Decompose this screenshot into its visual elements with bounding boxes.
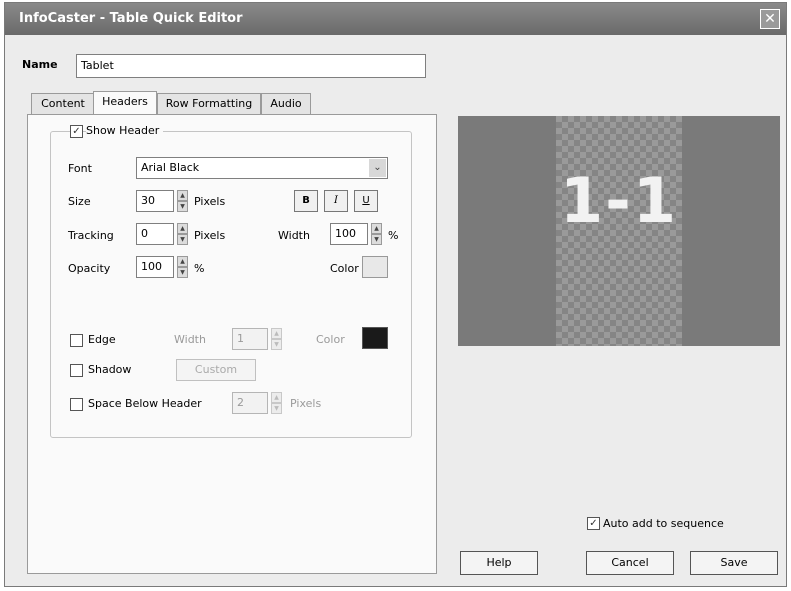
chevron-down-icon[interactable]: ⌄ bbox=[369, 159, 386, 177]
size-input[interactable]: 30 bbox=[136, 190, 174, 212]
opacity-spin-down[interactable]: ▼ bbox=[177, 267, 188, 278]
auto-add-label: Auto add to sequence bbox=[603, 517, 724, 530]
width-spin-down[interactable]: ▼ bbox=[371, 234, 382, 245]
tab-content[interactable]: Content bbox=[31, 93, 95, 115]
opacity-unit: % bbox=[194, 262, 205, 275]
tracking-spin-up[interactable]: ▲ bbox=[177, 223, 188, 234]
space-below-unit: Pixels bbox=[290, 397, 322, 410]
width-spin-up[interactable]: ▲ bbox=[371, 223, 382, 234]
tracking-spin-down[interactable]: ▼ bbox=[177, 234, 188, 245]
edge-color-label: Color bbox=[316, 333, 345, 346]
width-label: Width bbox=[278, 229, 310, 242]
check-icon: ✓ bbox=[72, 126, 81, 137]
edge-width-spin-down[interactable]: ▼ bbox=[271, 339, 282, 350]
opacity-input[interactable]: 100 bbox=[136, 256, 174, 278]
space-below-spin-up[interactable]: ▲ bbox=[271, 392, 282, 403]
size-label: Size bbox=[68, 195, 91, 208]
shadow-custom-button[interactable]: Custom bbox=[176, 359, 256, 381]
show-header-label: Show Header bbox=[86, 124, 164, 137]
help-button[interactable]: Help bbox=[460, 551, 538, 575]
headers-tab-panel: ✓ Show Header Font Arial Black ⌄ Size 30… bbox=[27, 114, 437, 574]
font-select[interactable]: Arial Black ⌄ bbox=[136, 157, 388, 179]
underline-button[interactable]: U bbox=[354, 190, 378, 212]
tracking-unit: Pixels bbox=[194, 229, 226, 242]
size-unit: Pixels bbox=[194, 195, 226, 208]
name-label: Name bbox=[22, 58, 58, 71]
tracking-label: Tracking bbox=[68, 229, 114, 242]
edge-color-swatch[interactable] bbox=[362, 327, 388, 349]
opacity-spin-up[interactable]: ▲ bbox=[177, 256, 188, 267]
close-icon: ✕ bbox=[764, 11, 776, 27]
name-input[interactable]: Tablet bbox=[76, 54, 426, 78]
save-button[interactable]: Save bbox=[690, 551, 778, 575]
edge-width-spin-up[interactable]: ▲ bbox=[271, 328, 282, 339]
shadow-checkbox[interactable] bbox=[70, 364, 83, 377]
title-bar[interactable]: InfoCaster - Table Quick Editor ✕ bbox=[5, 3, 786, 35]
auto-add-checkbox[interactable]: ✓ bbox=[587, 517, 600, 530]
shadow-label: Shadow bbox=[88, 363, 132, 376]
width-unit: % bbox=[388, 229, 399, 242]
width-input[interactable]: 100 bbox=[330, 223, 368, 245]
space-below-header-checkbox[interactable] bbox=[70, 398, 83, 411]
space-below-spin-down[interactable]: ▼ bbox=[271, 403, 282, 414]
color-label: Color bbox=[330, 262, 359, 275]
tab-audio[interactable]: Audio bbox=[261, 93, 311, 115]
size-spin-up[interactable]: ▲ bbox=[177, 190, 188, 201]
space-below-input[interactable]: 2 bbox=[232, 392, 268, 414]
italic-button[interactable]: I bbox=[324, 190, 348, 212]
edge-width-label: Width bbox=[174, 333, 206, 346]
font-label: Font bbox=[68, 162, 92, 175]
preview-header-text: 1-1 bbox=[559, 164, 678, 237]
tab-row-formatting[interactable]: Row Formatting bbox=[157, 93, 261, 115]
header-preview: 1-1 bbox=[458, 116, 780, 346]
window-title: InfoCaster - Table Quick Editor bbox=[19, 11, 243, 26]
space-below-header-label: Space Below Header bbox=[88, 397, 202, 410]
size-spin-down[interactable]: ▼ bbox=[177, 201, 188, 212]
bold-button[interactable]: B bbox=[294, 190, 318, 212]
cancel-button[interactable]: Cancel bbox=[586, 551, 674, 575]
tracking-input[interactable]: 0 bbox=[136, 223, 174, 245]
edge-checkbox[interactable] bbox=[70, 334, 83, 347]
close-button[interactable]: ✕ bbox=[760, 9, 780, 29]
opacity-label: Opacity bbox=[68, 262, 111, 275]
tab-headers[interactable]: Headers bbox=[93, 91, 157, 116]
edge-width-input[interactable]: 1 bbox=[232, 328, 268, 350]
edge-label: Edge bbox=[88, 333, 116, 346]
check-icon: ✓ bbox=[589, 518, 598, 529]
header-color-swatch[interactable] bbox=[362, 256, 388, 278]
show-header-checkbox[interactable]: ✓ bbox=[70, 125, 83, 138]
font-value: Arial Black bbox=[141, 161, 200, 174]
